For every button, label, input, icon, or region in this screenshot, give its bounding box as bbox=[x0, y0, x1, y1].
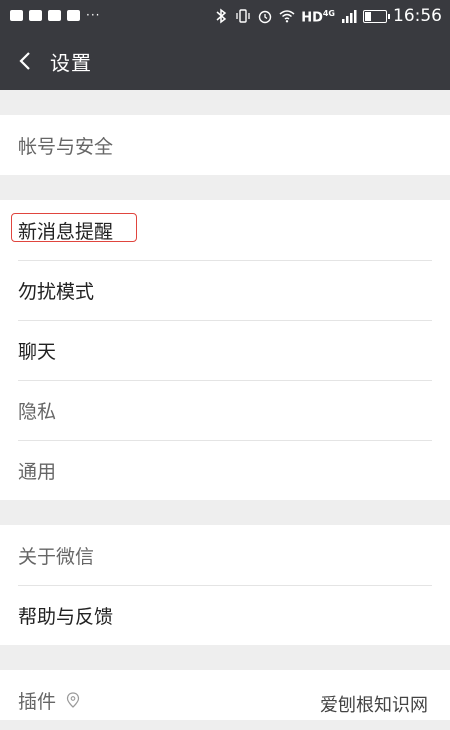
app-grid-icon bbox=[67, 9, 80, 21]
settings-item-chats[interactable]: 聊天 bbox=[0, 320, 450, 380]
settings-item-label: 插件 bbox=[18, 690, 57, 713]
settings-item-about-wechat[interactable]: 关于微信 bbox=[0, 525, 450, 585]
settings-group-plugins: 插件 爱刨根知识网 bbox=[0, 670, 450, 720]
app-grid-icon bbox=[29, 9, 42, 21]
settings-item-account-security[interactable]: 帐号与安全 bbox=[0, 115, 450, 175]
network-indicator: HD4G bbox=[301, 7, 335, 25]
title-bar: 设置 bbox=[0, 32, 450, 90]
status-bar-system: HD4G 16:56 bbox=[213, 5, 442, 27]
settings-item-label: 新消息提醒 bbox=[18, 220, 114, 243]
settings-item-label: 聊天 bbox=[18, 340, 57, 363]
signal-icon bbox=[342, 10, 357, 23]
settings-item-label: 帮助与反馈 bbox=[18, 605, 114, 628]
network-type: 4G bbox=[322, 8, 335, 18]
settings-item-label: 帐号与安全 bbox=[18, 135, 114, 158]
status-bar-notifications: ··· bbox=[10, 9, 100, 21]
location-pin-icon bbox=[66, 692, 80, 708]
settings-item-new-message-alerts[interactable]: 新消息提醒 bbox=[0, 200, 450, 260]
settings-item-label: 通用 bbox=[18, 460, 57, 483]
status-bar: ··· HD4G 16:56 bbox=[0, 0, 450, 32]
settings-item-plugins[interactable]: 插件 爱刨根知识网 bbox=[0, 670, 450, 730]
clock: 16:56 bbox=[393, 6, 442, 26]
settings-group-general: 新消息提醒 勿扰模式 聊天 隐私 通用 bbox=[0, 200, 450, 500]
image-icon bbox=[10, 9, 23, 21]
page-title: 设置 bbox=[50, 50, 92, 75]
watermark-text: 爱刨根知识网 bbox=[320, 695, 428, 716]
network-label: HD bbox=[301, 10, 323, 26]
settings-item-general[interactable]: 通用 bbox=[0, 440, 450, 500]
settings-item-label: 勿扰模式 bbox=[18, 280, 95, 303]
settings-item-do-not-disturb[interactable]: 勿扰模式 bbox=[0, 260, 450, 320]
alarm-icon bbox=[258, 10, 272, 24]
settings-item-privacy[interactable]: 隐私 bbox=[0, 380, 450, 440]
back-arrow-icon[interactable] bbox=[14, 49, 38, 73]
vibrate-icon bbox=[236, 9, 250, 23]
settings-group-account: 帐号与安全 bbox=[0, 115, 450, 175]
wifi-icon bbox=[279, 10, 295, 23]
app-grid-icon bbox=[48, 9, 61, 21]
more-notifications-text: ··· bbox=[86, 8, 101, 22]
bluetooth-icon bbox=[216, 8, 227, 24]
settings-item-label: 关于微信 bbox=[18, 545, 95, 568]
battery-icon bbox=[363, 9, 390, 23]
settings-item-label: 隐私 bbox=[18, 400, 57, 423]
settings-item-help-feedback[interactable]: 帮助与反馈 bbox=[0, 585, 450, 645]
settings-group-about: 关于微信 帮助与反馈 bbox=[0, 525, 450, 645]
